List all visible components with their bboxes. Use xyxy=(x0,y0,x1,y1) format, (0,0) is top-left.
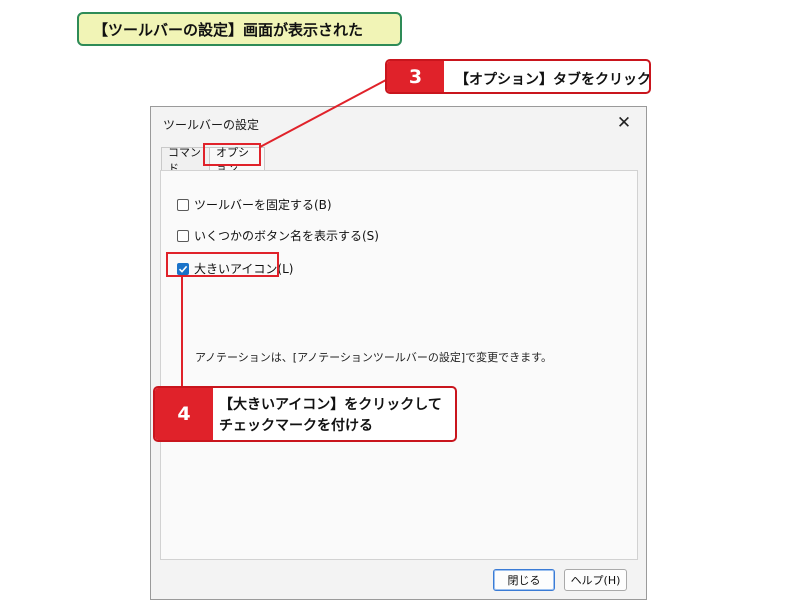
step-number: 3 xyxy=(387,61,444,92)
step-text: 【オプション】タブをクリック xyxy=(455,72,651,88)
highlight-options-tab xyxy=(203,143,261,166)
step4-callout: 4 【大きいアイコン】をクリックして チェックマークを付ける xyxy=(153,386,457,442)
connector-step3 xyxy=(259,79,387,148)
highlight-large-icons xyxy=(166,252,279,277)
step-number: 4 xyxy=(155,388,213,440)
step-text-line2: チェックマークを付ける xyxy=(219,418,373,434)
step-text-line1: 【大きいアイコン】をクリックして xyxy=(219,397,442,413)
step3-callout: 3 【オプション】タブをクリック xyxy=(385,59,651,94)
step-text: 【大きいアイコン】をクリックして チェックマークを付ける xyxy=(219,395,442,437)
